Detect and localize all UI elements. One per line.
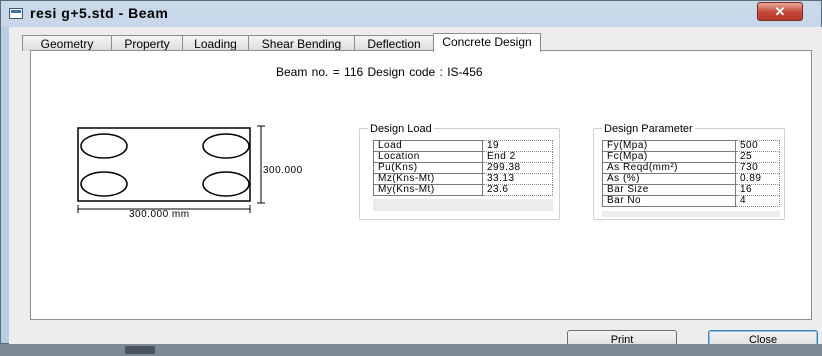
design-parameter-table: Fy(Mpa) 500 Fc(Mpa) 25 As Reqd(mm²) 730 … — [602, 140, 780, 207]
tab-property[interactable]: Property — [111, 35, 183, 51]
design-parameter-empty-area — [602, 211, 780, 217]
design-parameter-title: Design Parameter — [602, 123, 695, 135]
table-row: As Reqd(mm²) 730 — [602, 162, 780, 174]
design-load-value: 23.6 — [482, 184, 553, 196]
table-row: Bar Size 16 — [602, 184, 780, 196]
design-parameter-value: 16 — [735, 184, 780, 196]
table-row: Bar No 4 — [602, 195, 780, 207]
rebar-bottom-left — [80, 171, 128, 197]
title-bar[interactable]: resi g+5.std - Beam ✕ — [1, 1, 821, 27]
table-row: Pu(Kns) 299.38 — [373, 162, 553, 174]
design-load-key: Pu(Kns) — [373, 162, 483, 174]
design-parameter-value: 730 — [735, 162, 780, 174]
design-parameter-group: Design Parameter Fy(Mpa) 500 Fc(Mpa) 25 … — [593, 123, 785, 220]
section-height-label: 300.000 — [263, 165, 303, 176]
table-row: Location End 2 — [373, 151, 553, 163]
tab-shear-bending[interactable]: Shear Bending — [248, 35, 355, 51]
rebar-bottom-right — [202, 171, 250, 197]
design-parameter-key: Bar No — [602, 195, 736, 207]
design-load-title: Design Load — [368, 123, 434, 135]
section-outline — [77, 127, 251, 202]
table-row: Fc(Mpa) 25 — [602, 151, 780, 163]
table-row: Mz(Kns-Mt) 33.13 — [373, 173, 553, 185]
app-icon — [9, 8, 23, 19]
design-load-value: 33.13 — [482, 173, 553, 185]
tab-geometry[interactable]: Geometry — [22, 35, 112, 51]
design-load-table: Load 19 Location End 2 Pu(Kns) 299.38 Mz… — [373, 140, 553, 196]
design-parameter-value: 0.89 — [735, 173, 780, 185]
taskbar-item[interactable] — [125, 346, 155, 354]
design-parameter-key: Fc(Mpa) — [602, 151, 736, 163]
rebar-top-left — [80, 133, 128, 159]
design-load-key: Mz(Kns-Mt) — [373, 173, 483, 185]
table-row: As (%) 0.89 — [602, 173, 780, 185]
tab-deflection[interactable]: Deflection — [354, 35, 434, 51]
design-load-empty-area — [373, 199, 553, 211]
design-load-key: Load — [373, 140, 483, 152]
design-load-group: Design Load Load 19 Location End 2 Pu(Kn… — [359, 123, 560, 220]
beam-design-header: Beam no. = 116 Design code : IS-456 — [276, 65, 483, 79]
design-load-key: My(Kns-Mt) — [373, 184, 483, 196]
design-load-value: End 2 — [482, 151, 553, 163]
section-width-label: 300.000 mm — [129, 209, 190, 220]
design-load-key: Location — [373, 151, 483, 163]
design-parameter-key: Bar Size — [602, 184, 736, 196]
table-row: My(Kns-Mt) 23.6 — [373, 184, 553, 196]
window-title: resi g+5.std - Beam — [30, 5, 169, 21]
design-parameter-key: As (%) — [602, 173, 736, 185]
design-parameter-key: As Reqd(mm²) — [602, 162, 736, 174]
tab-loading[interactable]: Loading — [182, 35, 249, 51]
beam-section-drawing — [77, 125, 265, 213]
design-parameter-value: 25 — [735, 151, 780, 163]
beam-window: resi g+5.std - Beam ✕ Geometry Property … — [0, 0, 822, 350]
design-parameter-key: Fy(Mpa) — [602, 140, 736, 152]
taskbar — [0, 344, 822, 356]
table-row: Fy(Mpa) 500 — [602, 140, 780, 152]
window-frame-left — [1, 27, 9, 337]
window-close-button[interactable]: ✕ — [757, 2, 803, 21]
tab-concrete-design[interactable]: Concrete Design — [433, 33, 541, 52]
design-load-value: 19 — [482, 140, 553, 152]
table-row: Load 19 — [373, 140, 553, 152]
design-load-value: 299.38 — [482, 162, 553, 174]
design-parameter-value: 500 — [735, 140, 780, 152]
rebar-top-right — [202, 133, 250, 159]
design-parameter-value: 4 — [735, 195, 780, 207]
